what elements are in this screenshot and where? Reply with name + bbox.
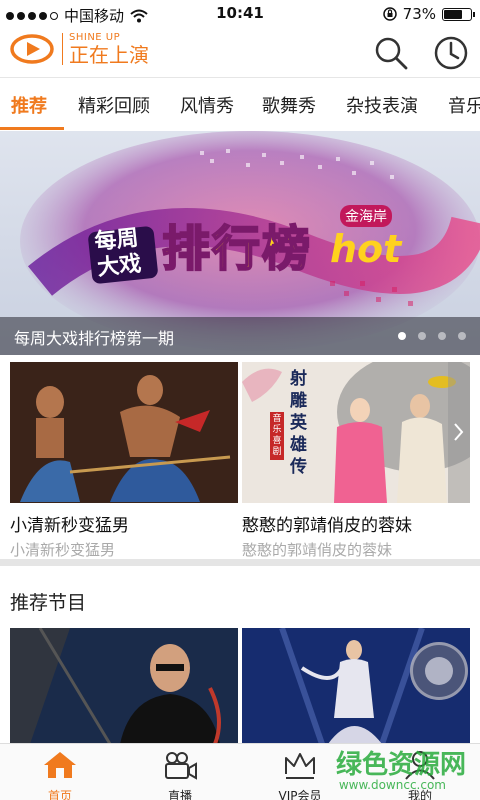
tab-highlights[interactable]: 精彩回顾 <box>78 92 150 118</box>
card-subtitle: 憨憨的郭靖俏皮的蓉妹 <box>242 541 393 559</box>
card-title[interactable]: 憨憨的郭靖俏皮的蓉妹 <box>242 511 470 536</box>
acrobat-performance-image <box>10 362 238 503</box>
tab-style-show[interactable]: 风情秀 <box>180 92 234 118</box>
battery-percent: 73% <box>402 5 436 23</box>
tab-acrobatics[interactable]: 杂技表演 <box>346 92 418 118</box>
nav-home[interactable]: 首页 <box>0 744 120 800</box>
watermark-url: www.downcc.com <box>338 778 446 792</box>
search-icon[interactable] <box>374 36 408 70</box>
tab-recommend[interactable]: 推荐 <box>11 92 47 118</box>
featured-cards: 小清新秒变猛男 小清新秒变猛男 射雕英雄传 音乐喜剧 憨憨的郭靖俏皮的蓉妹 憨憨… <box>0 362 480 560</box>
scroll-right-button[interactable] <box>448 362 470 503</box>
clock-icon[interactable] <box>434 36 468 70</box>
tab-song-dance[interactable]: 歌舞秀 <box>262 92 316 118</box>
camera-icon <box>165 752 197 780</box>
poster-tag-text: 音乐喜剧 <box>270 412 284 460</box>
banner-caption-bar: 每周大戏排行榜第一期 <box>0 317 480 355</box>
card-subtitle: 小清新秒变猛男 <box>10 541 116 559</box>
carousel-dot[interactable] <box>418 332 426 340</box>
home-icon <box>44 752 76 778</box>
nav-live[interactable]: 直播 <box>120 744 240 800</box>
section-divider <box>0 559 480 566</box>
crown-icon <box>285 753 315 779</box>
logo-chinese: 正在上演 <box>69 43 149 67</box>
banner-art-left-text: 每周大戏 <box>93 225 143 281</box>
nav-live-label: 直播 <box>167 789 192 800</box>
singer-performance-image <box>10 628 238 744</box>
card-title[interactable]: 小清新秒变猛男 <box>10 511 238 536</box>
logo-eye-icon <box>10 34 54 64</box>
category-tabs: 推荐 精彩回顾 风情秀 歌舞秀 杂技表演 音乐 <box>0 79 480 131</box>
tab-music[interactable]: 音乐 <box>448 92 480 118</box>
app-logo[interactable]: SHINE UP 正在上演 <box>10 32 149 66</box>
chevron-right-icon <box>454 423 464 441</box>
banner-carousel[interactable]: 每周大戏 排行榜 hot 金海岸 每周大戏排行榜第一期 <box>0 131 480 355</box>
status-bar: 中国移动 10:41 73% <box>0 0 480 28</box>
floating-assistive-button[interactable] <box>410 642 468 700</box>
status-right: 73% <box>382 5 475 23</box>
active-tab-indicator <box>0 127 64 130</box>
rotation-lock-icon <box>382 7 397 21</box>
carousel-dot[interactable] <box>458 332 466 340</box>
featured-card[interactable]: 射雕英雄传 音乐喜剧 憨憨的郭靖俏皮的蓉妹 憨憨的郭靖俏皮的蓉妹 <box>242 362 470 560</box>
battery-icon <box>442 7 475 21</box>
featured-card[interactable]: 小清新秒变猛男 小清新秒变猛男 <box>10 362 238 560</box>
nav-home-label: 首页 <box>47 789 72 800</box>
carousel-dot[interactable] <box>398 332 406 340</box>
poster-title-text: 射雕英雄传 <box>290 369 307 477</box>
banner-title[interactable]: 每周大戏排行榜第一期 <box>14 325 174 349</box>
section-title: 推荐节目 <box>10 592 87 614</box>
card-thumbnail[interactable]: 射雕英雄传 音乐喜剧 <box>242 362 470 503</box>
card-thumbnail[interactable] <box>10 362 238 503</box>
carousel-indicator <box>398 332 466 340</box>
banner-art-hot-text: hot <box>330 227 402 271</box>
banner-art-main-text: 排行榜 <box>161 220 313 278</box>
recommended-item[interactable] <box>10 628 238 744</box>
watermark-text: 绿色资源网 <box>335 750 466 780</box>
banner-art-tag: 金海岸 <box>340 205 392 227</box>
app-header: SHINE UP 正在上演 <box>0 28 480 78</box>
carousel-dot[interactable] <box>438 332 446 340</box>
logo-english: SHINE UP <box>69 32 121 43</box>
